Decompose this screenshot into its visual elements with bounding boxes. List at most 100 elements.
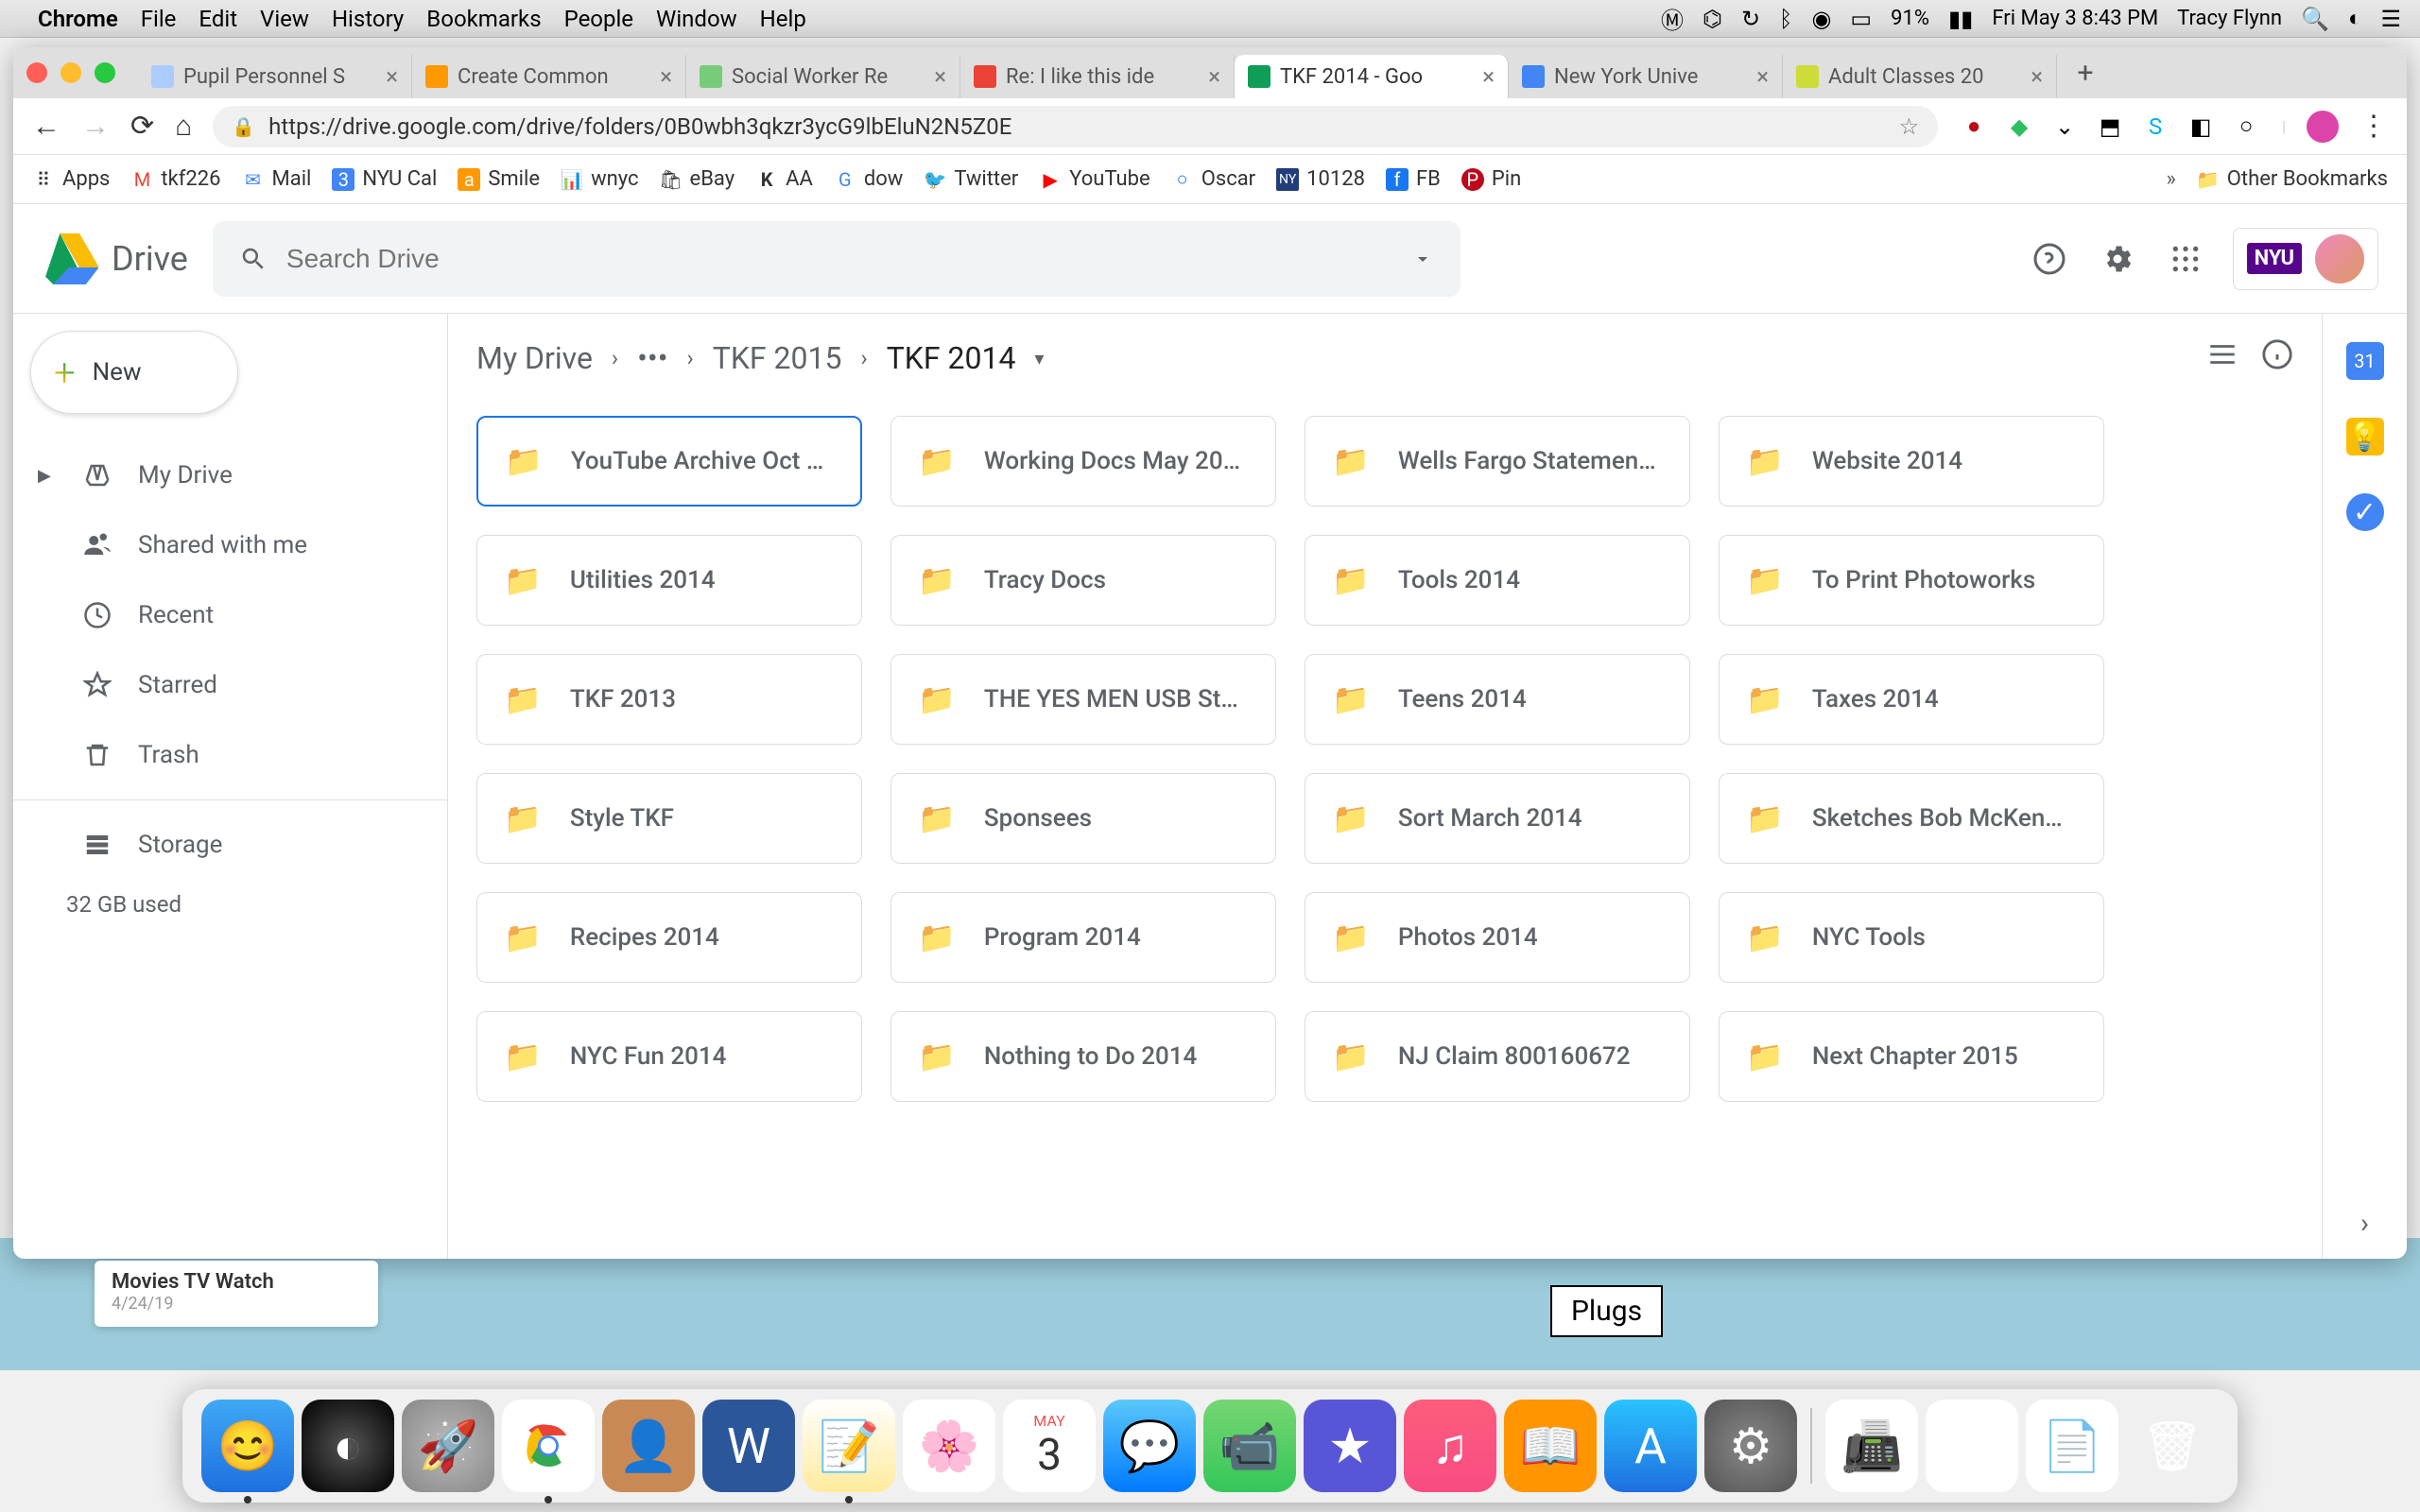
folder-item[interactable]: 📁Photos 2014 [1305, 892, 1690, 983]
tab-close-icon[interactable]: × [1756, 63, 1769, 90]
browser-tab[interactable]: Create Common× [412, 55, 686, 98]
breadcrumb-current[interactable]: TKF 2014 [887, 340, 1016, 376]
calendar-dock-icon[interactable]: MAY3 [1003, 1400, 1096, 1492]
expand-icon[interactable]: ▶ [38, 466, 57, 486]
skype-ext-icon[interactable]: S [2140, 112, 2170, 142]
menu-help[interactable]: Help [760, 6, 806, 32]
browser-tab[interactable]: Adult Classes 20× [1783, 55, 2057, 98]
siri-icon[interactable]: ◐ [2348, 5, 2362, 32]
messages-dock-icon[interactable]: 💬 [1103, 1400, 1196, 1492]
folder-item[interactable]: 📁Sort March 2014 [1305, 773, 1690, 864]
facetime-dock-icon[interactable]: 📹 [1203, 1400, 1296, 1492]
apps-grid-icon[interactable] [2165, 238, 2206, 280]
scanner-dock-icon[interactable]: 📠 [1825, 1400, 1918, 1492]
wifi-icon[interactable]: ◉ [1811, 6, 1831, 32]
username[interactable]: Tracy Flynn [2177, 7, 2282, 30]
new-button[interactable]: + New [30, 331, 238, 414]
bookmark-item[interactable]: 📊wnyc [561, 167, 638, 191]
keep-addon-icon[interactable]: 💡 [2346, 418, 2384, 455]
desktop-note[interactable]: Movies TV Watch 4/24/19 [95, 1261, 378, 1327]
pinterest-ext-icon[interactable]: ● [1959, 112, 1989, 142]
folder-item[interactable]: 📁NJ Claim 800160672 [1305, 1011, 1690, 1102]
menu-window[interactable]: Window [656, 6, 737, 32]
accessibility-icon[interactable]: ⌬ [1703, 6, 1722, 32]
battery-icon[interactable]: ▮▮ [1948, 6, 1973, 32]
chrome-dock-icon[interactable] [502, 1400, 595, 1492]
browser-tab[interactable]: Pupil Personnel S× [138, 55, 412, 98]
breadcrumb-item[interactable]: My Drive [476, 340, 593, 376]
folder-item[interactable]: 📁Website 2014 [1719, 416, 2104, 507]
sidebar-item-mydrive[interactable]: ▶ My Drive [13, 440, 447, 510]
music-dock-icon[interactable]: ♫ [1404, 1400, 1496, 1492]
bookmark-star-icon[interactable]: ☆ [1899, 113, 1920, 140]
notification-center-icon[interactable]: ☰ [2380, 6, 2401, 32]
moosend-icon[interactable]: Ⓜ [1661, 2, 1684, 35]
bookmark-item[interactable]: PPin [1461, 167, 1521, 191]
imovie-dock-icon[interactable]: ★ [1304, 1400, 1396, 1492]
list-view-icon[interactable] [2206, 338, 2238, 378]
contacts-dock-icon[interactable]: 👤 [602, 1400, 695, 1492]
notes-dock-icon[interactable]: 📝 [803, 1400, 895, 1492]
bookmark-apps[interactable]: ⠿Apps [32, 167, 110, 191]
ebay-ext-icon[interactable]: ◧ [2186, 112, 2216, 142]
settings-icon[interactable] [2097, 238, 2138, 280]
folder-item[interactable]: 📁Next Chapter 2015 [1719, 1011, 2104, 1102]
folder-item[interactable]: 📁Tracy Docs [890, 535, 1276, 626]
home-button[interactable]: ⌂ [175, 110, 192, 143]
folder-item[interactable]: 📁NYC Fun 2014 [476, 1011, 862, 1102]
folder-item[interactable]: 📁To Print Photoworks [1719, 535, 2104, 626]
bookmark-item[interactable]: Gdow [834, 167, 904, 191]
bookmark-item[interactable]: fFB [1386, 167, 1441, 191]
reload-button[interactable]: ⟳ [130, 110, 154, 143]
drive-logo[interactable]: Drive [42, 231, 188, 287]
drive-search[interactable] [213, 221, 1461, 297]
browser-tab-active[interactable]: TKF 2014 - Goo× [1235, 55, 1509, 98]
omnibox[interactable]: 🔒 https://drive.google.com/drive/folders… [213, 106, 1938, 147]
collapse-panel-icon[interactable]: › [2346, 1204, 2384, 1242]
app-name[interactable]: Chrome [38, 6, 118, 32]
bookmark-item[interactable]: 🐦Twitter [924, 167, 1018, 191]
browser-tab[interactable]: Social Worker Re× [686, 55, 960, 98]
menu-view[interactable]: View [260, 6, 309, 32]
bookmark-item[interactable]: ▶YouTube [1039, 167, 1150, 191]
bookmark-item[interactable]: ○Oscar [1171, 167, 1255, 191]
folder-item[interactable]: 📁Working Docs May 20… [890, 416, 1276, 507]
tasks-addon-icon[interactable]: ✓ [2346, 493, 2384, 531]
menu-history[interactable]: History [332, 6, 404, 32]
bookmark-item[interactable]: ✉Mail [242, 167, 312, 191]
menu-edit[interactable]: Edit [199, 6, 237, 32]
siri-dock-icon[interactable]: ◐ [302, 1400, 394, 1492]
folder-item[interactable]: 📁Recipes 2014 [476, 892, 862, 983]
breadcrumb-overflow[interactable]: ••• [637, 340, 667, 376]
bookmark-item[interactable]: 🛍eBay [660, 167, 735, 191]
tab-close-icon[interactable]: × [660, 63, 672, 90]
folder-item[interactable]: 📁Nothing to Do 2014 [890, 1011, 1276, 1102]
sidebar-item-recent[interactable]: Recent [13, 580, 447, 650]
folder-item[interactable]: 📁Program 2014 [890, 892, 1276, 983]
back-button[interactable]: ← [32, 110, 60, 143]
datetime[interactable]: Fri May 3 8:43 PM [1992, 7, 2158, 30]
browser-tab[interactable]: Re: I like this ide× [960, 55, 1235, 98]
breadcrumb-item[interactable]: TKF 2015 [713, 340, 842, 376]
sidebar-item-storage[interactable]: Storage [13, 810, 447, 880]
sidebar-item-trash[interactable]: Trash [13, 720, 447, 790]
appstore-dock-icon[interactable]: A [1604, 1400, 1697, 1492]
search-dropdown-icon[interactable] [1411, 248, 1434, 270]
chrome-menu-icon[interactable]: ⋮ [2360, 110, 2388, 143]
dropdown-icon[interactable]: ▾ [1034, 347, 1044, 369]
window-minimize[interactable] [60, 62, 81, 83]
account-chip[interactable]: NYU [2233, 228, 2378, 290]
search-input[interactable] [286, 244, 1392, 274]
folder-item[interactable]: 📁TKF 2013 [476, 654, 862, 745]
photos-dock-icon[interactable]: 🌸 [903, 1400, 995, 1492]
document-dock-icon[interactable]: 📄 [2026, 1400, 2118, 1492]
ext-icon[interactable]: ⬒ [2095, 112, 2125, 142]
display-icon[interactable]: ▭ [1850, 6, 1872, 32]
preview-dock-icon[interactable]: 🏞 [1926, 1400, 2018, 1492]
folder-item[interactable]: 📁Wells Fargo Statemen… [1305, 416, 1690, 507]
new-tab-button[interactable]: + [2066, 54, 2104, 92]
folder-item[interactable]: 📁YouTube Archive Oct … [476, 416, 862, 507]
settings-dock-icon[interactable]: ⚙ [1704, 1400, 1797, 1492]
launchpad-dock-icon[interactable]: 🚀 [402, 1400, 494, 1492]
folder-item[interactable]: 📁Taxes 2014 [1719, 654, 2104, 745]
